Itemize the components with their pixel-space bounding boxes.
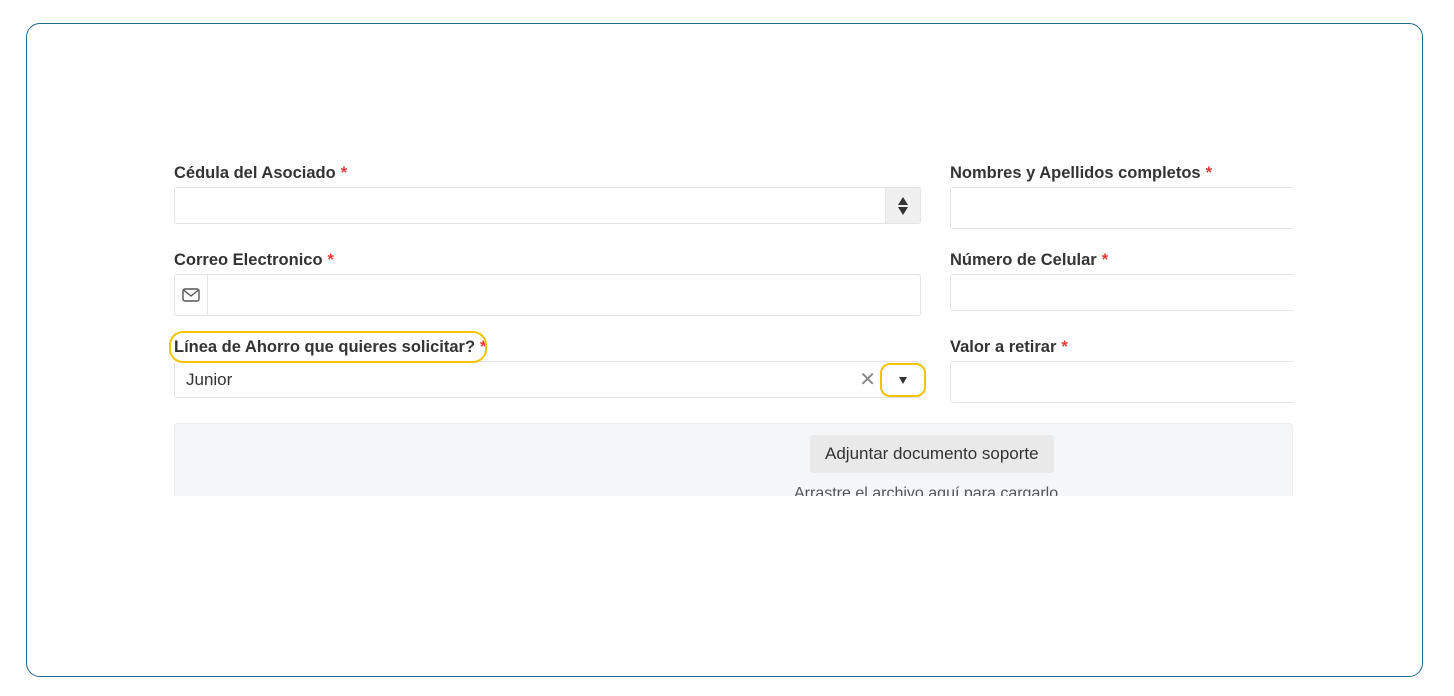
nombres-label: Nombres y Apellidos completos * (950, 164, 1213, 182)
envelope-addon (175, 275, 208, 315)
required-marker: * (340, 164, 348, 182)
required-marker: * (1205, 164, 1213, 182)
valor-input[interactable] (950, 361, 1293, 403)
clear-selection-icon[interactable]: ✕ (859, 362, 876, 397)
dropzone-hint: Arrastre el archivo aquí para cargarlo (794, 485, 1059, 496)
correo-label: Correo Electronico * (174, 251, 334, 269)
dropdown-toggle-button[interactable] (880, 363, 926, 397)
linea-select[interactable]: Junior ✕ (174, 361, 926, 398)
correo-input[interactable] (174, 274, 921, 316)
required-marker: * (1101, 251, 1109, 269)
nombres-input[interactable] (950, 187, 1293, 229)
envelope-icon (182, 288, 200, 302)
chevron-down-icon (899, 376, 907, 384)
number-spinner[interactable] (885, 188, 920, 223)
form-viewport: Cédula del Asociado * Nombres y Apellidos… (174, 150, 1293, 496)
spinner-down-icon[interactable] (898, 206, 908, 215)
valor-field: Valor a retirar * (950, 335, 1293, 403)
celular-label: Número de Celular * (950, 251, 1109, 269)
celular-field: Número de Celular * (950, 248, 1293, 311)
attach-document-button[interactable]: Adjuntar documento soporte (810, 435, 1054, 473)
required-marker: * (327, 251, 334, 269)
linea-selected-value: Junior (186, 369, 233, 389)
celular-input[interactable] (950, 274, 1293, 311)
cedula-label: Cédula del Asociado * (174, 164, 348, 182)
upload-dropzone[interactable]: Adjuntar documento soporte Arrastre el a… (174, 423, 1293, 496)
correo-field: Correo Electronico * (174, 248, 921, 316)
spinner-up-icon[interactable] (898, 196, 908, 205)
cedula-input[interactable] (174, 187, 921, 224)
required-marker: * (1061, 338, 1068, 356)
valor-label: Valor a retirar * (950, 338, 1068, 356)
cedula-field: Cédula del Asociado * (174, 161, 921, 224)
nombres-field: Nombres y Apellidos completos * (950, 161, 1293, 229)
label-highlight-ring (169, 331, 487, 363)
